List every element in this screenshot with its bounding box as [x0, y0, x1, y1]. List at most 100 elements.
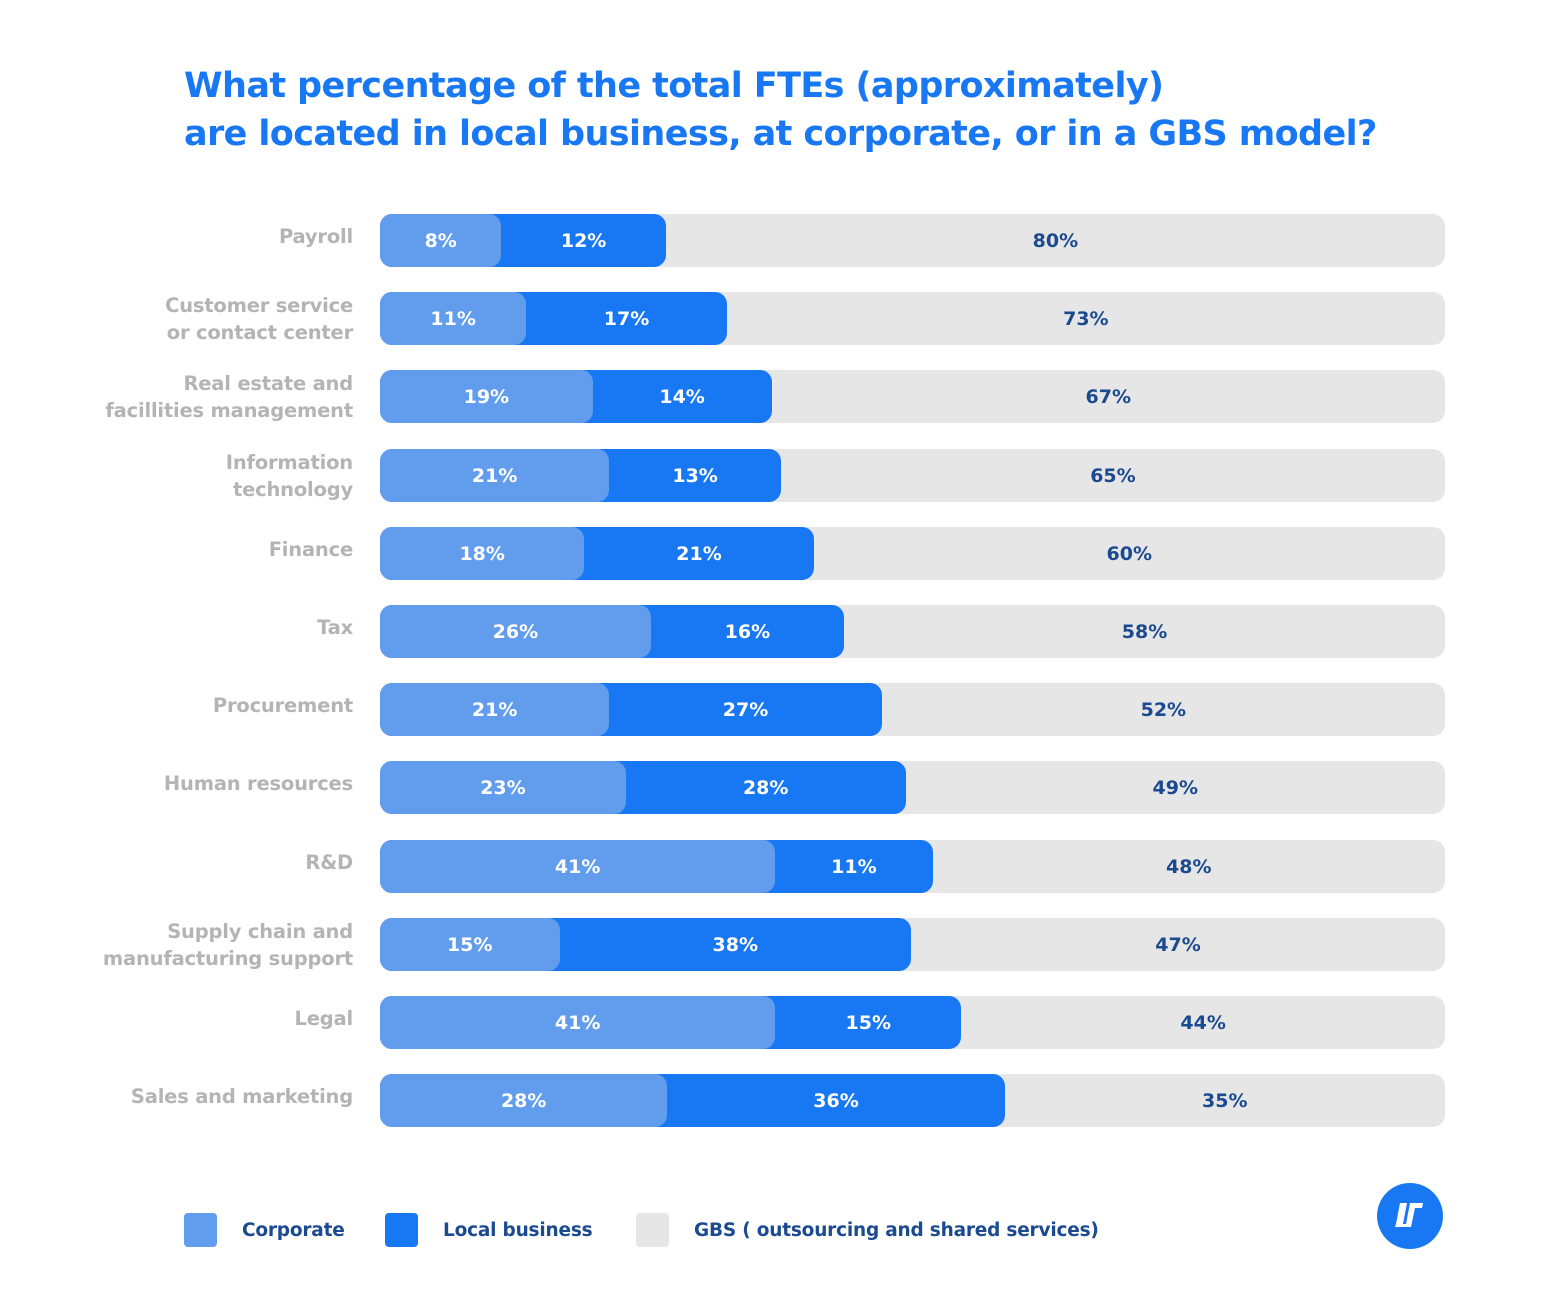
bar-segment-corporate: 41%	[380, 840, 776, 893]
data-label-corporate: 23%	[480, 776, 526, 799]
category-label: Human resources	[163, 772, 353, 795]
bar-row-customer-service-or-contact-center: Customer service or contact center 73% 17%…	[0, 292, 1550, 345]
data-label-corporate: 21%	[471, 698, 518, 721]
data-label-gbs: 73%	[1063, 307, 1109, 330]
bar-segment-corporate: 23%	[380, 761, 626, 814]
bar-row-real-estate-and-facillities-management: Real estate and facillities management 67…	[0, 370, 1550, 423]
bar-segment-gbs: 35%	[1005, 1074, 1445, 1127]
category-label: Sales and marketing	[130, 1085, 353, 1108]
bar-row-supply-chain-and-manufacturing-support: Supply chain and manufacturing support 47…	[0, 918, 1550, 971]
data-label-gbs: 67%	[1085, 385, 1131, 408]
data-label-gbs: 52%	[1140, 698, 1187, 721]
chart-title: What percentage of the total FTEs (appro…	[184, 62, 1377, 158]
bar-track: 60% 21% 18%	[380, 527, 1445, 580]
data-label-local-business: 21%	[676, 542, 722, 565]
data-label-gbs: 44%	[1180, 1011, 1226, 1034]
bar-track: 67% 14% 19%	[380, 370, 1445, 423]
bar-track: 65% 13% 21%	[380, 449, 1445, 502]
data-label-gbs: 65%	[1090, 464, 1136, 487]
data-label-local-business: 17%	[603, 307, 650, 330]
category-label: Finance	[268, 538, 354, 561]
brand-logo-glyph	[1395, 1203, 1423, 1227]
category-label: Payroll	[278, 225, 353, 248]
bar-row-human-resources: Human resources 49% 28% 23%	[0, 761, 1550, 814]
bar-segment-gbs: 44%	[961, 996, 1445, 1049]
bar-row-legal: Legal 44% 15% 41%	[0, 996, 1550, 1049]
category-label: Legal	[294, 1007, 354, 1030]
bar-segment-gbs: 58%	[844, 605, 1445, 658]
bar-segment-corporate: 28%	[380, 1074, 668, 1127]
data-label-corporate: 41%	[554, 1011, 601, 1034]
bar-track: 58% 16% 26%	[380, 605, 1445, 658]
bar-row-tax: Tax 58% 16% 26%	[0, 605, 1550, 658]
category-label: Real estate and facillities management	[105, 371, 353, 422]
data-label-corporate: 11%	[430, 307, 476, 330]
bar-row-information-technology: Information technology 65% 13% 21%	[0, 449, 1550, 502]
bar-segment-gbs: 67%	[772, 370, 1446, 423]
data-label-local-business: 28%	[742, 776, 789, 799]
bar-track: 80% 12% 8%	[380, 214, 1445, 267]
legend-label-corporate: Corporate	[242, 1219, 345, 1241]
data-label-local-business: 27%	[722, 698, 769, 721]
bar-segment-corporate: 19%	[380, 370, 593, 423]
data-label-local-business: 12%	[560, 229, 607, 252]
bar-segment-corporate: 15%	[380, 918, 560, 971]
bar-row-payroll: Payroll 80% 12% 8%	[0, 214, 1550, 267]
bar-track: 49% 28% 23%	[380, 761, 1445, 814]
bar-segment-gbs: 47%	[911, 918, 1445, 971]
bar-segment-gbs: 52%	[882, 683, 1445, 736]
bar-segment-corporate: 41%	[380, 996, 776, 1049]
legend-swatch-local-business	[385, 1213, 418, 1247]
data-label-corporate: 15%	[447, 933, 493, 956]
bar-track: 35% 36% 28%	[380, 1074, 1445, 1127]
brand-logo-icon	[1377, 1183, 1443, 1249]
data-label-local-business: 11%	[831, 855, 877, 878]
bar-track: 52% 27% 21%	[380, 683, 1445, 736]
data-label-corporate: 8%	[424, 229, 457, 252]
bar-segment-gbs: 73%	[727, 292, 1445, 345]
category-label: Tax	[317, 616, 353, 639]
category-label: Supply chain and manufacturing support	[102, 919, 353, 970]
data-label-gbs: 48%	[1166, 855, 1212, 878]
data-label-local-business: 38%	[712, 933, 759, 956]
data-label-corporate: 41%	[554, 855, 601, 878]
chart-title-line-1: What percentage of the total FTEs (appro…	[184, 66, 1164, 106]
legend-item-local-business: Local business	[385, 1213, 593, 1247]
bar-segment-corporate: 8%	[380, 214, 502, 267]
category-label: Customer service or contact center	[165, 293, 353, 344]
data-label-gbs: 60%	[1106, 542, 1153, 565]
data-label-corporate: 21%	[471, 464, 518, 487]
bar-track: 73% 17% 11%	[380, 292, 1445, 345]
bar-segment-gbs: 80%	[666, 214, 1445, 267]
legend-item-gbs: GBS ( outsourcing and shared services)	[636, 1213, 1099, 1247]
data-label-corporate: 26%	[492, 620, 539, 643]
bar-segment-gbs: 65%	[781, 449, 1445, 502]
bar-segment-gbs: 60%	[814, 527, 1445, 580]
data-label-gbs: 80%	[1032, 229, 1079, 252]
data-label-local-business: 14%	[659, 385, 705, 408]
data-label-gbs: 58%	[1121, 620, 1168, 643]
category-label: Procurement	[212, 694, 353, 717]
legend-swatch-gbs	[636, 1213, 669, 1247]
bar-segment-corporate: 18%	[380, 527, 585, 580]
bar-segment-corporate: 21%	[380, 449, 610, 502]
legend-item-corporate: Corporate	[184, 1213, 345, 1247]
bar-track: 44% 15% 41%	[380, 996, 1445, 1049]
data-label-corporate: 18%	[459, 542, 505, 565]
data-label-local-business: 36%	[813, 1089, 859, 1112]
data-label-corporate: 19%	[463, 385, 510, 408]
bar-row-procurement: Procurement 52% 27% 21%	[0, 683, 1550, 736]
category-label: R&D	[305, 851, 353, 874]
data-label-gbs: 35%	[1202, 1089, 1248, 1112]
bar-row-finance: Finance 60% 21% 18%	[0, 527, 1550, 580]
bar-track: 47% 38% 15%	[380, 918, 1445, 971]
category-label: Information technology	[225, 450, 353, 501]
bar-row-sales-and-marketing: Sales and marketing 35% 36% 28%	[0, 1074, 1550, 1127]
bar-segment-corporate: 21%	[380, 683, 610, 736]
bar-track: 48% 11% 41%	[380, 840, 1445, 893]
chart-title-line-2: are located in local business, at corpor…	[184, 114, 1377, 154]
bar-segment-corporate: 11%	[380, 292, 527, 345]
bar-segment-gbs: 48%	[933, 840, 1446, 893]
data-label-local-business: 16%	[724, 620, 771, 643]
legend-label-local-business: Local business	[443, 1219, 593, 1241]
